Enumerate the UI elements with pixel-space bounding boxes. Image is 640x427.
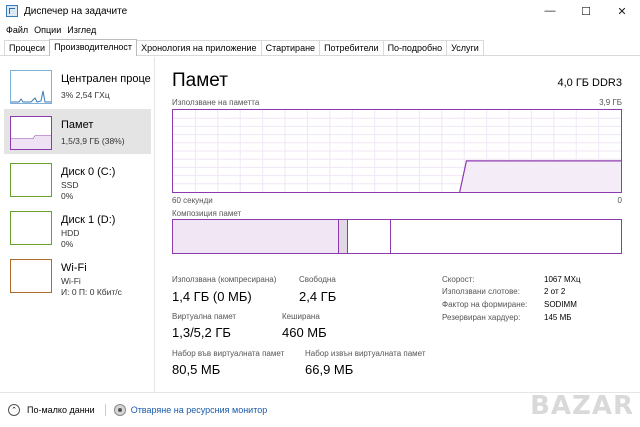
sidebar-item-disk1[interactable]: Диск 1 (D:) HDD 0% bbox=[4, 204, 151, 249]
close-button[interactable]: ✕ bbox=[604, 0, 640, 22]
usage-graph-label: Използване на паметта bbox=[172, 98, 260, 107]
usage-area bbox=[459, 160, 621, 192]
memory-sparkline bbox=[11, 135, 51, 149]
sidebar-item-sub: HDD bbox=[61, 228, 80, 238]
watermark-logo: BAZAR bbox=[530, 391, 634, 421]
memory-spec: 4,0 ГБ DDR3 bbox=[557, 77, 622, 89]
committed-value: 1,3/5,2 ГБ bbox=[172, 325, 231, 340]
sidebar-item-label: Диск 1 (D:) bbox=[61, 214, 116, 226]
form-factor-label: Фактор на формиране: bbox=[442, 300, 528, 309]
footer-divider bbox=[104, 404, 106, 416]
sidebar-item-sub: 1,5/3,9 ГБ (38%) bbox=[61, 136, 125, 146]
graph-time-right: 0 bbox=[617, 196, 622, 205]
composition-standby bbox=[348, 220, 391, 253]
graph-time-left: 60 секунди bbox=[172, 196, 213, 205]
sidebar-item-label: Диск 0 (C:) bbox=[61, 166, 116, 178]
disk0-thumbnail-graph bbox=[10, 163, 52, 197]
composition-modified bbox=[339, 220, 348, 253]
menu-options[interactable]: Опции bbox=[34, 25, 61, 35]
window-controls: — ☐ ✕ bbox=[532, 0, 640, 22]
menu-view[interactable]: Изглед bbox=[67, 25, 96, 35]
available-label: Свободна bbox=[299, 275, 336, 284]
sidebar-item-sub: SSD bbox=[61, 180, 79, 190]
reserved-label: Резервиран хардуер: bbox=[442, 313, 521, 322]
sidebar-item-cpu[interactable]: Централен проце 3% 2,54 ГХц bbox=[4, 63, 151, 108]
nonpaged-pool-value: 66,9 МБ bbox=[305, 362, 354, 377]
tab-processes[interactable]: Процеси bbox=[4, 40, 51, 55]
available-value: 2,4 ГБ bbox=[299, 289, 337, 304]
memory-thumbnail-graph bbox=[10, 116, 52, 150]
memory-usage-chart bbox=[173, 110, 621, 193]
resource-monitor-icon bbox=[113, 404, 126, 416]
reserved-value: 145 МБ bbox=[544, 313, 572, 322]
tab-app-history[interactable]: Хронология на приложение bbox=[136, 40, 262, 55]
fewer-details-link[interactable]: По-малко данни bbox=[27, 405, 95, 415]
committed-label: Виртуална памет bbox=[172, 312, 237, 321]
maximize-button[interactable]: ☐ bbox=[568, 0, 604, 22]
tab-services[interactable]: Услуги bbox=[446, 40, 484, 55]
tab-details[interactable]: По-подробно bbox=[382, 40, 448, 55]
paged-pool-value: 80,5 МБ bbox=[172, 362, 221, 377]
in-use-value: 1,4 ГБ (0 МБ) bbox=[172, 289, 252, 304]
memory-usage-graph bbox=[172, 109, 622, 193]
sidebar-item-label: Централен проце bbox=[61, 73, 151, 85]
sidebar-item-memory[interactable]: Памет 1,5/3,9 ГБ (38%) bbox=[4, 109, 151, 154]
page-title: Памет bbox=[172, 70, 228, 91]
composition-label: Композиция памет bbox=[172, 209, 242, 218]
resource-monitor-link[interactable]: Отваряне на ресурсния монитор bbox=[131, 405, 268, 415]
memory-composition-bar bbox=[172, 219, 622, 254]
sidebar-item-disk0[interactable]: Диск 0 (C:) SSD 0% bbox=[4, 156, 151, 201]
sidebar-item-wifi[interactable]: Wi-Fi Wi-Fi И: 0 П: 0 Кбит/с bbox=[4, 252, 151, 297]
in-use-label: Използвана (компресирана) bbox=[172, 275, 277, 284]
sidebar-item-sub: И: 0 П: 0 Кбит/с bbox=[61, 287, 122, 297]
window-title: Диспечер на задачите bbox=[24, 5, 128, 17]
sidebar-item-sub: 0% bbox=[61, 191, 74, 201]
sidebar-item-sub: 3% 2,54 ГХц bbox=[61, 90, 110, 100]
wifi-thumbnail-graph bbox=[10, 259, 52, 293]
slots-label: Използвани слотове: bbox=[442, 287, 520, 296]
tab-bar: Процеси Производителност Хронология на п… bbox=[0, 38, 640, 56]
minimize-button[interactable]: — bbox=[532, 0, 568, 22]
slots-value: 2 от 2 bbox=[544, 287, 566, 296]
performance-sidebar: Централен проце 3% 2,54 ГХц Памет 1,5/3,… bbox=[0, 57, 155, 392]
task-manager-icon bbox=[6, 5, 18, 17]
speed-label: Скорост: bbox=[442, 275, 475, 284]
usage-graph-max: 3,9 ГБ bbox=[599, 98, 622, 107]
cpu-thumbnail-graph bbox=[10, 70, 52, 104]
paged-pool-label: Набор във виртуалната памет bbox=[172, 349, 285, 358]
chevron-up-icon[interactable]: ⌃ bbox=[8, 404, 20, 416]
footer: ⌃ По-малко данни Отваряне на ресурсния м… bbox=[0, 391, 640, 427]
composition-in-use bbox=[173, 220, 339, 253]
tab-performance[interactable]: Производителност bbox=[49, 39, 138, 56]
sidebar-item-label: Памет bbox=[61, 119, 94, 131]
cached-value: 460 МБ bbox=[282, 325, 327, 340]
sidebar-item-sub: Wi-Fi bbox=[61, 276, 81, 286]
nonpaged-pool-label: Набор извън виртуалната памет bbox=[305, 349, 426, 358]
sidebar-item-sub: 0% bbox=[61, 239, 74, 249]
cpu-sparkline bbox=[11, 90, 51, 103]
menu-file[interactable]: Файл bbox=[6, 25, 28, 35]
tab-startup[interactable]: Стартиране bbox=[260, 40, 321, 55]
form-factor-value: SODIMM bbox=[544, 300, 577, 309]
speed-value: 1067 МХц bbox=[544, 275, 581, 284]
memory-panel: Памет 4,0 ГБ DDR3 Използване на паметта … bbox=[162, 57, 632, 392]
sidebar-item-label: Wi-Fi bbox=[61, 262, 87, 274]
menu-bar: Файл Опции Изглед bbox=[0, 22, 640, 38]
disk1-thumbnail-graph bbox=[10, 211, 52, 245]
tab-users[interactable]: Потребители bbox=[319, 40, 384, 55]
cached-label: Кеширана bbox=[282, 312, 320, 321]
title-bar: Диспечер на задачите — ☐ ✕ bbox=[0, 0, 640, 22]
